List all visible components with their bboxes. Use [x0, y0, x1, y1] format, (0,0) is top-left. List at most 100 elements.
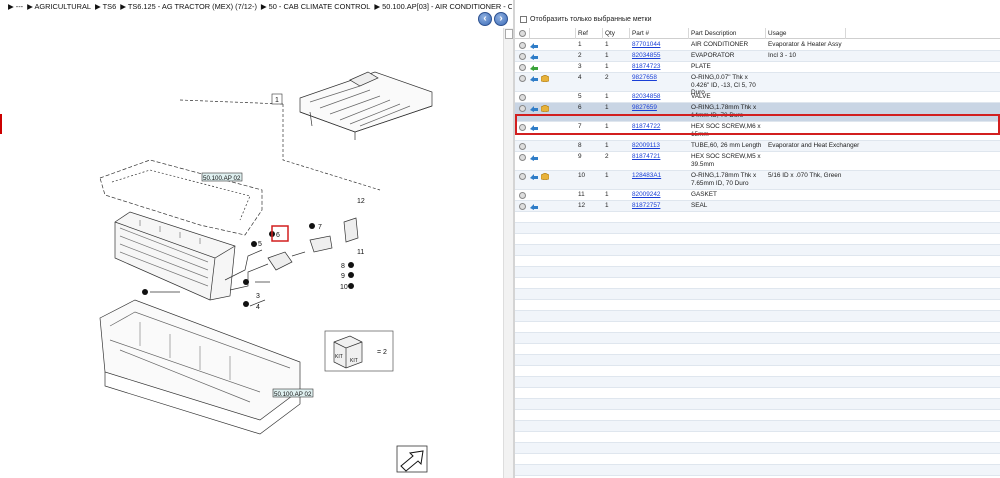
table-row[interactable]: 5 1 82034858 VALVE [515, 92, 1000, 103]
select-row-icon[interactable] [519, 203, 526, 210]
kit-box-icon[interactable] [541, 75, 549, 82]
empty-row [515, 311, 1000, 322]
callout-3: 3 [256, 293, 260, 300]
empty-row [515, 399, 1000, 410]
part-number-link[interactable]: 9827658 [632, 74, 687, 82]
col-description[interactable]: Part Description [691, 30, 736, 37]
ref-cell: 2 [578, 52, 582, 59]
table-header: Ref Qty Part # Part Description Usage [515, 28, 1000, 39]
col-qty[interactable]: Qty [605, 30, 615, 37]
empty-row [515, 410, 1000, 421]
qty-cell: 1 [605, 142, 609, 149]
callout-7: 7 [318, 224, 322, 231]
empty-row [515, 344, 1000, 355]
table-row[interactable]: 9 2 81874721 HEX SOC SCREW,M5 x 39.5mm [515, 152, 1000, 171]
usage-cell: Incl 3 - 10 [768, 52, 797, 59]
table-row[interactable]: 2 1 82034855 EVAPORATOR Incl 3 - 10 [515, 51, 1000, 62]
callout-9: 9 [341, 273, 345, 280]
callout-5: 5 [258, 241, 262, 248]
part-number-link[interactable]: 82009113 [632, 142, 687, 150]
select-row-icon[interactable] [519, 53, 526, 60]
select-row-icon[interactable] [519, 192, 526, 199]
callout-11: 11 [357, 249, 364, 256]
green-arrow-icon[interactable] [530, 64, 538, 71]
select-all-icon[interactable] [519, 30, 526, 37]
select-row-icon[interactable] [519, 42, 526, 49]
back-icon[interactable]: ‹ [478, 12, 492, 26]
empty-row [515, 333, 1000, 344]
breadcrumb-item[interactable]: ▶ AGRICULTURAL [27, 2, 91, 11]
kit-box-icon[interactable] [541, 173, 549, 180]
blue-arrow-icon[interactable] [530, 203, 538, 210]
selected-row-highlight [515, 114, 1000, 135]
exploded-view-drawing: 1 2 3 4 5 6 7 8 9 10 11 12 50. [99, 71, 433, 473]
blue-arrow-icon[interactable] [530, 75, 538, 82]
parts-list-panel: Отобразить только выбранные метки Ref Qt… [515, 0, 1000, 478]
part-number-link[interactable]: 82034855 [632, 52, 687, 60]
col-usage[interactable]: Usage [768, 30, 786, 37]
select-row-icon[interactable] [519, 143, 526, 150]
select-row-icon[interactable] [519, 75, 526, 82]
ref-cell: 12 [578, 202, 586, 209]
empty-row [515, 432, 1000, 443]
qty-cell: 1 [605, 172, 609, 179]
table-row[interactable]: 12 1 81872757 SEAL [515, 201, 1000, 212]
table-row[interactable]: 1 1 87701044 AIR CONDITIONER Evaporator & He… [515, 40, 1000, 51]
empty-row [515, 300, 1000, 311]
empty-row [515, 212, 1000, 223]
part-number-link[interactable]: 82034858 [632, 93, 687, 101]
part-number-link[interactable]: 128483A1 [632, 172, 687, 180]
table-row[interactable]: 8 1 82009113 TUBE,60, 26 mm Length Evaporato… [515, 141, 1000, 152]
table-row[interactable]: 4 2 9827658 O-RING,0.07" Thk x 0.426" ID, -… [515, 73, 1000, 96]
col-part[interactable]: Part # [632, 30, 649, 37]
part-number-link[interactable]: 82009242 [632, 191, 687, 199]
description-cell: AIR CONDITIONER [691, 41, 749, 48]
breadcrumb-item[interactable]: ▶ TS6 [95, 2, 116, 11]
empty-row [515, 421, 1000, 432]
qty-cell: 2 [605, 74, 609, 81]
part-number-link[interactable]: 87701044 [632, 41, 687, 49]
empty-row [515, 388, 1000, 399]
empty-row [515, 223, 1000, 234]
breadcrumb-item[interactable]: ▶ TS6.125 - AG TRACTOR (MEX) (7/12-) [120, 2, 257, 11]
part-number-link[interactable]: 81872757 [632, 202, 687, 210]
select-row-icon[interactable] [519, 94, 526, 101]
show-selected-checkbox[interactable] [520, 15, 527, 23]
select-row-icon[interactable] [519, 173, 526, 180]
usage-cell: 5/16 ID x .070 Thk, Green [768, 172, 842, 179]
select-row-icon[interactable] [519, 154, 526, 161]
blue-arrow-icon[interactable] [530, 173, 538, 180]
table-row[interactable]: 3 1 81874723 PLATE [515, 62, 1000, 73]
blue-arrow-icon[interactable] [530, 53, 538, 60]
select-row-icon[interactable] [519, 64, 526, 71]
select-row-icon[interactable] [519, 105, 526, 112]
description-cell: GASKET [691, 191, 717, 198]
diagram-scrollbar[interactable] [503, 28, 513, 478]
ref-tag: 50.100.AP 02 [203, 175, 241, 182]
table-row[interactable]: 11 1 82009242 GASKET [515, 190, 1000, 201]
callout-4: 4 [256, 304, 260, 311]
parts-diagram[interactable]: 1 2 3 4 5 6 7 8 9 10 11 12 50. [0, 28, 513, 478]
part-number-link[interactable]: 81874721 [632, 153, 687, 161]
blue-arrow-icon[interactable] [530, 42, 538, 49]
forward-icon[interactable]: › [494, 12, 508, 26]
table-row[interactable]: 10 1 128483A1 O-RING,1.78mm Thk x 7.65mm ID… [515, 171, 1000, 190]
filter-bar: Отобразить только выбранные метки [515, 13, 1000, 25]
callout-1: 1 [275, 97, 279, 104]
ref-cell: 9 [578, 153, 582, 160]
blue-arrow-icon[interactable] [530, 105, 538, 112]
col-ref[interactable]: Ref [578, 30, 588, 37]
empty-row [515, 256, 1000, 267]
description-cell: SEAL [691, 202, 708, 209]
callout-8: 8 [341, 263, 345, 270]
breadcrumb-item[interactable]: ▶ 50 - CAB CLIMATE CONTROL [261, 2, 370, 11]
description-cell: HEX SOC SCREW,M5 x 39.5mm [691, 153, 761, 168]
part-number-link[interactable]: 9827659 [632, 104, 687, 112]
kit-box-icon[interactable] [541, 105, 549, 112]
blue-arrow-icon[interactable] [530, 154, 538, 161]
part-number-link[interactable]: 81874723 [632, 63, 687, 71]
description-cell: TUBE,60, 26 mm Length [691, 142, 762, 149]
breadcrumb-item[interactable]: ▶ --- [8, 2, 23, 11]
breadcrumb-item[interactable]: ▶ 50.100.AP[03] - AIR CONDITIONER - COMP… [374, 2, 512, 11]
empty-row [515, 443, 1000, 454]
